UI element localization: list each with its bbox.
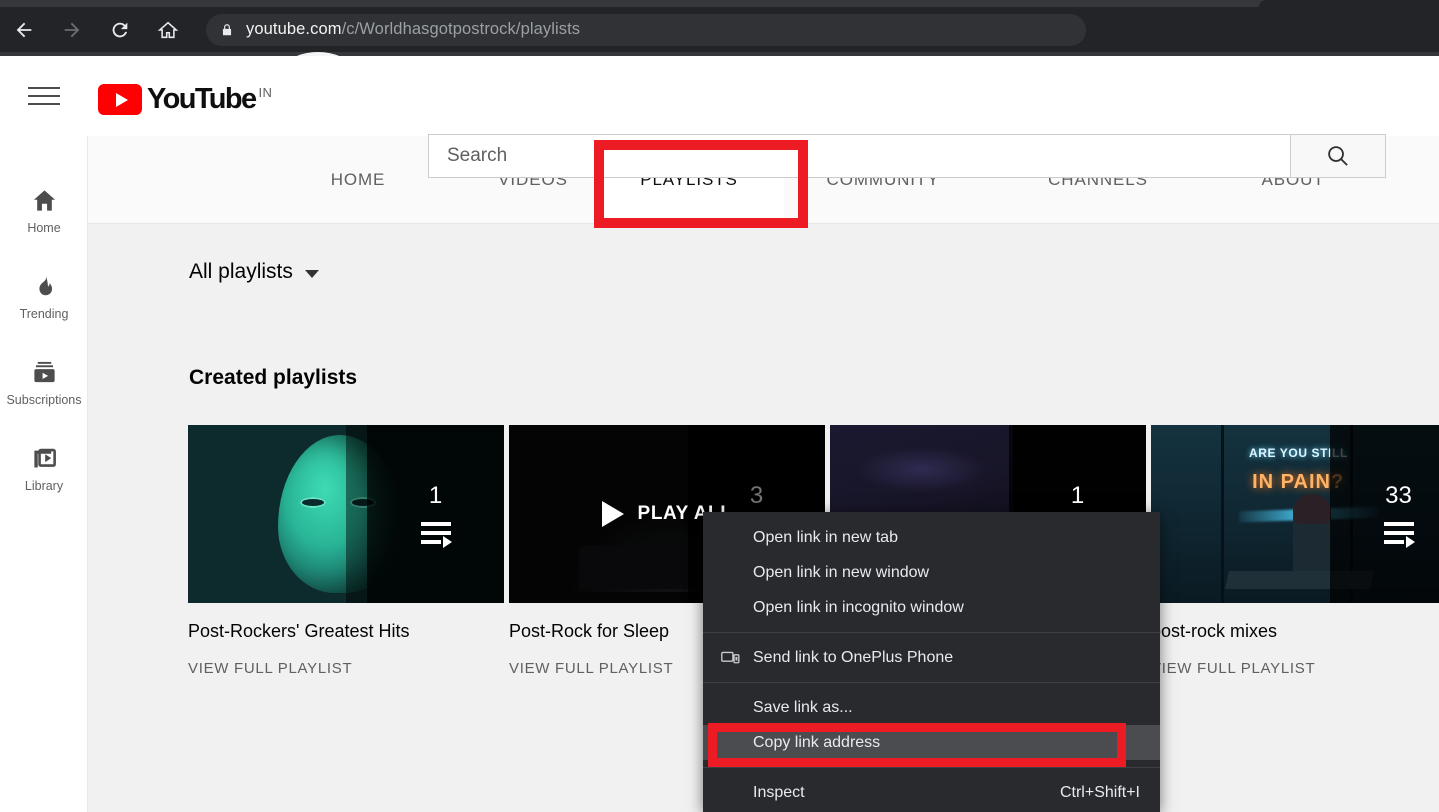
- playlist-card[interactable]: ARE YOU STILL IN PAIN? 33 post-: [1151, 425, 1439, 677]
- arrow-left-icon: [13, 19, 35, 41]
- playlist-video-count: 33: [1385, 484, 1412, 508]
- menu-item-shortcut: Ctrl+Shift+I: [1060, 784, 1140, 802]
- menu-item-label: Save link as...: [753, 699, 853, 717]
- menu-separator: [703, 682, 1160, 683]
- menu-item-save-link-as[interactable]: Save link as...: [703, 690, 1160, 725]
- search-button[interactable]: [1290, 134, 1386, 178]
- reload-icon: [109, 19, 131, 41]
- library-icon: [31, 445, 58, 472]
- screenshot-root: youtube.com/c/Worldhasgotpostrock/playli…: [0, 0, 1439, 812]
- playlist-video-count: 1: [429, 484, 442, 508]
- search-area: Search: [428, 134, 1386, 178]
- annotation-box-copy-link-address: [708, 723, 1126, 767]
- playlist-video-count: 1: [1071, 484, 1084, 508]
- view-full-playlist-link[interactable]: VIEW FULL PLAYLIST: [188, 660, 509, 677]
- annotation-box-playlists-tab: [594, 140, 808, 228]
- chevron-down-icon: [305, 270, 319, 278]
- guide-sidebar: Home Trending Subscriptions: [0, 136, 88, 812]
- lock-icon: [220, 22, 234, 38]
- playlist-icon: [1384, 522, 1414, 544]
- section-title: Created playlists: [189, 366, 357, 390]
- cast-devices-icon: [721, 650, 740, 665]
- sidebar-item-trending[interactable]: Trending: [0, 254, 88, 340]
- menu-separator: [703, 632, 1160, 633]
- home-icon: [31, 187, 58, 214]
- hamburger-menu-icon[interactable]: [26, 80, 62, 112]
- play-icon: [602, 501, 624, 527]
- browser-tab-strip: [0, 0, 1439, 7]
- menu-item-label: Inspect: [753, 784, 805, 802]
- hamburger-line: [28, 87, 60, 89]
- subscriptions-icon: [31, 359, 58, 386]
- playlist-count-panel: 33: [1330, 425, 1439, 603]
- sidebar-item-subscriptions[interactable]: Subscriptions: [0, 340, 88, 426]
- flame-icon: [31, 273, 58, 300]
- sidebar-item-label: Trending: [20, 307, 69, 321]
- menu-item-send-link-to-device[interactable]: Send link to OnePlus Phone: [703, 640, 1160, 675]
- playlist-filter-label: All playlists: [189, 260, 293, 284]
- youtube-wordmark: YouTube: [147, 84, 256, 115]
- youtube-logo[interactable]: YouTube IN: [98, 84, 272, 115]
- tab-home[interactable]: HOME: [293, 136, 423, 223]
- playlist-thumbnail[interactable]: 1: [188, 425, 504, 603]
- menu-item-label: Open link in incognito window: [753, 599, 964, 617]
- view-full-playlist-link[interactable]: VIEW FULL PLAYLIST: [1151, 660, 1439, 677]
- sidebar-item-library[interactable]: Library: [0, 426, 88, 512]
- active-tab-edge: [1259, 0, 1439, 7]
- country-code-label: IN: [259, 85, 273, 100]
- menu-item-open-link-incognito[interactable]: Open link in incognito window: [703, 590, 1160, 625]
- playlist-title[interactable]: Post-Rockers' Greatest Hits: [188, 621, 509, 642]
- menu-item-open-link-new-tab[interactable]: Open link in new tab: [703, 520, 1160, 555]
- url-host: youtube.com: [246, 20, 342, 38]
- youtube-play-icon: [98, 84, 142, 115]
- search-icon: [1325, 143, 1351, 169]
- menu-item-label: Open link in new window: [753, 564, 929, 582]
- hamburger-line: [28, 103, 60, 105]
- playlist-thumbnail[interactable]: ARE YOU STILL IN PAIN? 33: [1151, 425, 1439, 603]
- browser-toolbar: youtube.com/c/Worldhasgotpostrock/playli…: [0, 7, 1439, 52]
- playlist-title[interactable]: post-rock mixes: [1151, 621, 1439, 642]
- playlist-icon: [421, 522, 451, 544]
- youtube-masthead: YouTube IN Search: [0, 56, 1439, 136]
- menu-separator: [703, 767, 1160, 768]
- playlist-card[interactable]: 1 Post-Rockers' Greatest Hits VIEW FULL …: [188, 425, 509, 677]
- sidebar-item-label: Subscriptions: [6, 393, 81, 407]
- sidebar-item-home[interactable]: Home: [0, 168, 88, 254]
- menu-item-label: Send link to OnePlus Phone: [753, 649, 953, 667]
- url-path: /c/Worldhasgotpostrock/playlists: [342, 20, 581, 38]
- url-text: youtube.com/c/Worldhasgotpostrock/playli…: [246, 20, 580, 39]
- address-bar[interactable]: youtube.com/c/Worldhasgotpostrock/playli…: [206, 14, 1086, 46]
- home-button[interactable]: [144, 7, 192, 52]
- search-input[interactable]: Search: [428, 134, 1290, 178]
- sidebar-item-label: Library: [25, 479, 63, 493]
- search-placeholder: Search: [447, 145, 507, 167]
- playlist-filter-dropdown[interactable]: All playlists: [189, 260, 319, 284]
- reload-button[interactable]: [96, 7, 144, 52]
- back-button[interactable]: [0, 7, 48, 52]
- menu-item-inspect[interactable]: Inspect Ctrl+Shift+I: [703, 775, 1160, 810]
- forward-button[interactable]: [48, 7, 96, 52]
- sidebar-item-label: Home: [27, 221, 60, 235]
- menu-item-open-link-new-window[interactable]: Open link in new window: [703, 555, 1160, 590]
- menu-item-label: Open link in new tab: [753, 529, 898, 547]
- hamburger-line: [28, 95, 60, 97]
- browser-context-menu: Open link in new tab Open link in new wi…: [703, 512, 1160, 812]
- arrow-right-icon: [61, 19, 83, 41]
- playlist-count-panel: 1: [367, 425, 504, 603]
- home-icon: [157, 19, 179, 41]
